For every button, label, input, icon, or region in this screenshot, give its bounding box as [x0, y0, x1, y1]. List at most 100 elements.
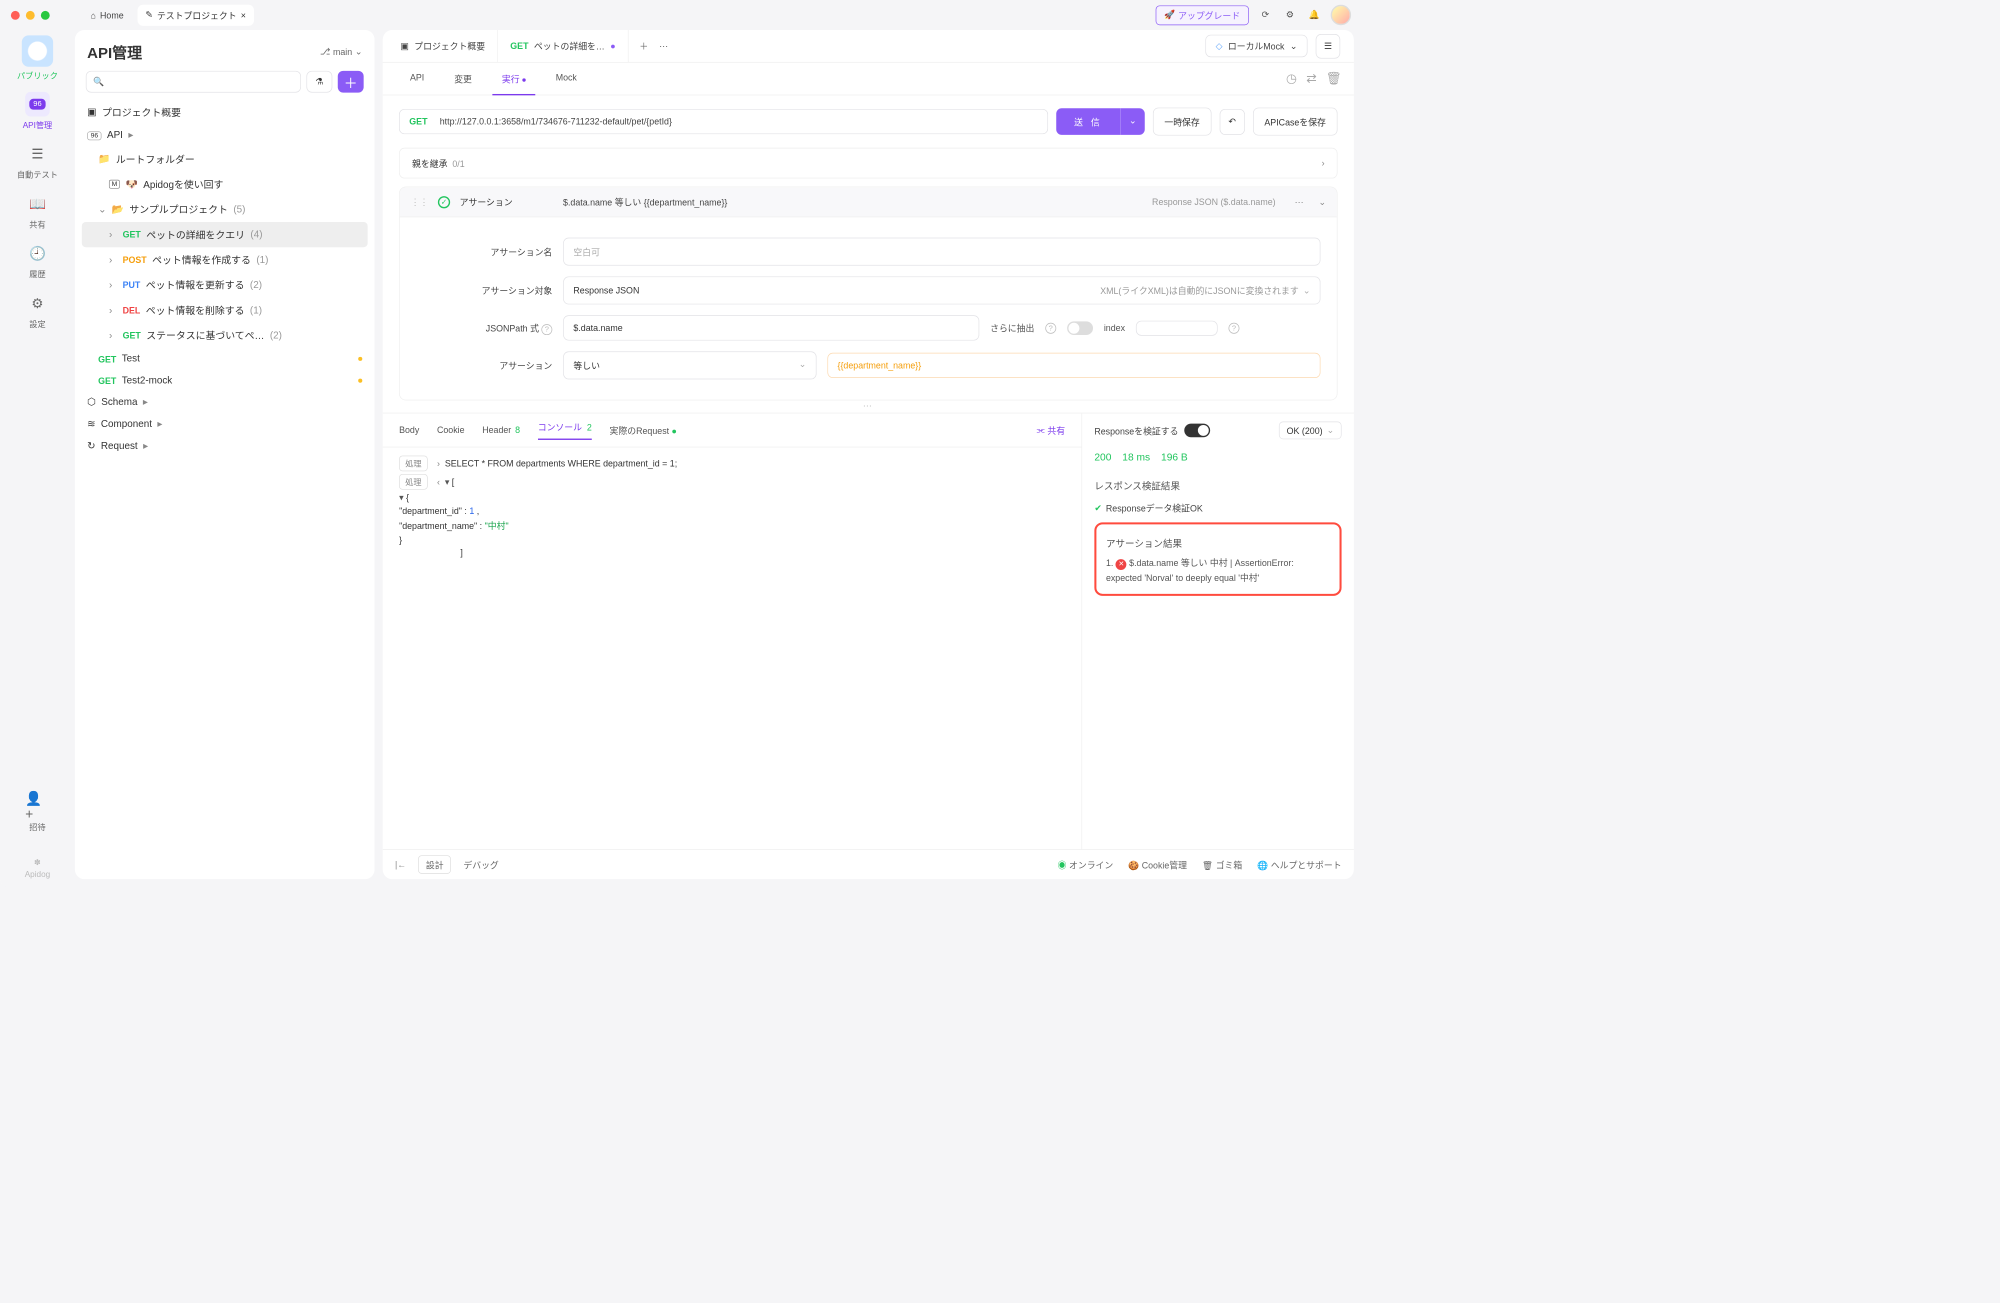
assertion-header[interactable]: ⋮⋮ ✓ アサーション $.data.name 等しい {{department…	[400, 187, 1337, 217]
resp-tab-body[interactable]: Body	[399, 425, 419, 435]
rail-api-management[interactable]: 96 API管理	[23, 92, 53, 131]
tree-api-item[interactable]: › DEL ペット情報を削除する (1)	[82, 298, 368, 323]
project-tab[interactable]: ✎ テストプロジェクト ×	[137, 4, 254, 25]
tree-api-item[interactable]: › POST ペット情報を作成する (1)	[82, 247, 368, 272]
resp-tab-cookie[interactable]: Cookie	[437, 425, 465, 435]
tree-component[interactable]: ≋ Component ▸	[82, 413, 368, 435]
refresh-icon[interactable]: ⟳	[1257, 7, 1273, 23]
main-tab-overview[interactable]: ▣ プロジェクト概要	[388, 30, 498, 62]
index-input[interactable]	[1136, 320, 1218, 335]
resp-tab-console[interactable]: コンソール 2	[538, 420, 592, 440]
subtab-change[interactable]: 変更	[439, 63, 487, 95]
resp-tab-actual[interactable]: 実際のRequest ●	[610, 424, 677, 437]
send-dropdown[interactable]: ⌄	[1120, 108, 1144, 135]
assertion-target-select[interactable]: Response JSON XML(ライクXML)は自動的にJSONに変換されま…	[563, 276, 1320, 304]
rail-history[interactable]: 🕘 履歴	[25, 241, 50, 280]
chevron-down-icon[interactable]: ⌄	[1318, 196, 1325, 207]
help-icon[interactable]: ?	[541, 324, 552, 335]
tree-root-folder[interactable]: 📁 ルートフォルダー	[82, 146, 368, 171]
help-icon[interactable]: ?	[1229, 322, 1240, 333]
extract-toggle[interactable]	[1067, 321, 1093, 335]
trash-button[interactable]: 🗑 ゴミ箱	[1202, 858, 1242, 871]
assertion-name-input[interactable]: 空白可	[563, 238, 1320, 266]
window-controls[interactable]	[11, 11, 50, 20]
rail-invite[interactable]: 👤+ 招待	[25, 794, 50, 833]
search-input[interactable]: 🔍	[86, 71, 301, 93]
more-icon[interactable]: ⋯	[1295, 196, 1304, 207]
tree-api-item[interactable]: › GET ステータスに基づいてペ… (2)	[82, 323, 368, 348]
rail-autotest[interactable]: ☰ 自動テスト	[17, 142, 58, 181]
jsonpath-input[interactable]: $.data.name	[563, 315, 979, 340]
tree-sample-project[interactable]: ⌄ 📂 サンプルプロジェクト (5)	[82, 197, 368, 222]
branch-selector[interactable]: ⎇ main ⌄	[320, 46, 362, 57]
tree-project-overview[interactable]: ▣ プロジェクト概要	[82, 99, 368, 124]
inherit-parent-row[interactable]: 親を継承 0/1 ›	[399, 148, 1337, 179]
resp-tab-header-label: Header	[482, 425, 511, 435]
help-support-button[interactable]: 🌐 ヘルプとサポート	[1257, 858, 1341, 871]
api-item-count: (1)	[256, 254, 268, 265]
cookie-manage-button[interactable]: 🍪 Cookie管理	[1128, 858, 1187, 871]
subtab-run-label: 実行	[502, 74, 520, 84]
reset-button[interactable]: ↶	[1220, 109, 1245, 135]
minimize-window-icon[interactable]	[26, 11, 35, 20]
more-tabs-icon[interactable]: ⋯	[659, 41, 668, 52]
tree-api-root[interactable]: 96 API ▸	[82, 125, 368, 147]
environment-selector[interactable]: ◇ ローカルMock ⌄	[1205, 35, 1307, 57]
url-input[interactable]: GET http://127.0.0.1:3658/m1/734676-7112…	[399, 109, 1048, 134]
footer-design-button[interactable]: 設計	[418, 855, 451, 873]
tree-test2[interactable]: GET Test2-mock	[82, 370, 368, 392]
trash-icon[interactable]: 🗑	[1326, 72, 1342, 86]
tree-apidog-reuse[interactable]: M 🐶 Apidogを使い回す	[82, 172, 368, 197]
rail-share[interactable]: 📖 共有	[25, 191, 50, 230]
close-window-icon[interactable]	[11, 11, 20, 20]
swap-icon[interactable]: ⇄	[1306, 72, 1316, 86]
home-tab[interactable]: ⌂ Home	[82, 6, 131, 24]
new-tab-button[interactable]: ＋	[639, 39, 648, 52]
chevron-right-icon: ›	[109, 280, 117, 291]
maximize-window-icon[interactable]	[41, 11, 50, 20]
upgrade-button[interactable]: 🚀 アップグレード	[1156, 5, 1249, 25]
chip-process: 処理	[399, 474, 428, 490]
assertion-op-value: 等しい	[573, 359, 600, 372]
main-tab-active[interactable]: GET ペットの詳細を… ●	[498, 30, 628, 62]
drag-handle-icon[interactable]: ⋮⋮	[411, 196, 429, 207]
api-root-label: API	[107, 130, 123, 141]
save-temp-button[interactable]: 一時保存	[1153, 108, 1212, 136]
tree-api-item[interactable]: › GET ペットの詳細をクエリ (4)	[82, 222, 368, 247]
split-handle[interactable]: ⋯	[383, 400, 1354, 412]
filter-button[interactable]: ⚗	[306, 71, 332, 93]
overview-label: プロジェクト概要	[102, 105, 181, 119]
rail-share-label: 共有	[29, 219, 45, 231]
clock-icon[interactable]: ◷	[1286, 72, 1297, 86]
share-button[interactable]: ⫘ 共有	[1037, 424, 1065, 437]
tree-schema[interactable]: ⬡ Schema ▸	[82, 392, 368, 414]
gear-icon[interactable]: ⚙	[1282, 7, 1298, 23]
send-button[interactable]: 送 信 ⌄	[1056, 108, 1144, 135]
add-button[interactable]: ＋	[338, 71, 364, 93]
chevron-right-icon: ›	[109, 229, 117, 240]
status-selector[interactable]: OK (200) ⌄	[1279, 422, 1341, 440]
resp-tab-header[interactable]: Header 8	[482, 425, 520, 435]
tree-request[interactable]: ↻ Request ▸	[82, 435, 368, 457]
assertion-error-text: 1. ✕ $.data.name 等しい 中村 | AssertionError…	[1106, 556, 1330, 586]
tree-test[interactable]: GET Test	[82, 348, 368, 370]
bell-icon[interactable]: 🔔	[1306, 7, 1322, 23]
assertion-expected-input[interactable]: {{department_name}}	[827, 353, 1320, 378]
save-case-button[interactable]: APICaseを保存	[1253, 108, 1338, 136]
subtab-api[interactable]: API	[395, 63, 439, 95]
collapse-icon[interactable]: |←	[395, 859, 406, 869]
subtab-mock[interactable]: Mock	[541, 63, 592, 95]
assertion-op-select[interactable]: 等しい ⌄	[563, 351, 816, 379]
validate-toggle[interactable]	[1184, 424, 1210, 438]
footer-debug-button[interactable]: デバッグ	[463, 858, 498, 871]
validation-ok-label: Responseデータ検証OK	[1106, 501, 1203, 514]
help-icon[interactable]: ?	[1045, 322, 1056, 333]
rail-settings[interactable]: ⚙ 設定	[25, 291, 50, 330]
rail-public[interactable]: パブリック	[17, 35, 58, 81]
tree-api-item[interactable]: › PUT ペット情報を更新する (2)	[82, 272, 368, 297]
close-tab-icon[interactable]: ×	[241, 10, 246, 20]
rail-api-label: API管理	[23, 119, 53, 131]
subtab-run[interactable]: 実行	[487, 63, 541, 95]
avatar[interactable]	[1331, 5, 1351, 25]
layout-toggle-button[interactable]: ☰	[1316, 34, 1341, 59]
